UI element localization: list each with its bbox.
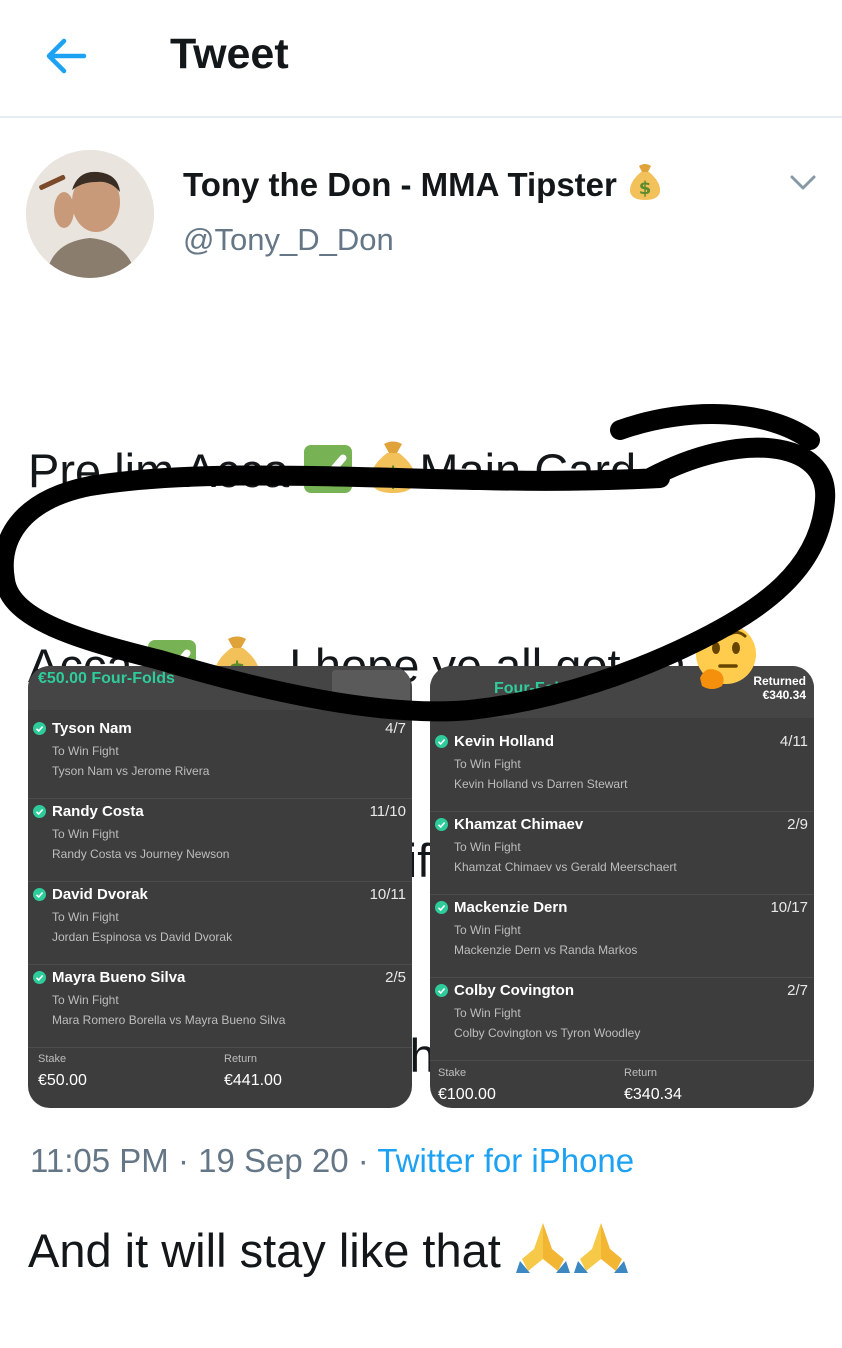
bet-market: To Win Fight (52, 910, 119, 924)
won-check-icon (435, 818, 448, 831)
tweet-source-link[interactable]: Twitter for iPhone (377, 1142, 634, 1179)
stake-value: €100.00 (438, 1086, 496, 1103)
stake-label: Stake (438, 1067, 467, 1079)
check-mark-icon (304, 445, 353, 493)
bet-selection: Randy Costa (52, 803, 144, 820)
bet-selection: Mackenzie Dern (454, 899, 568, 916)
bet-event: Mackenzie Dern vs Randa Markos (454, 943, 638, 957)
svg-text:$: $ (639, 178, 652, 199)
bet-market: To Win Fight (454, 840, 521, 854)
return-value: €340.34 (624, 1086, 682, 1103)
tweet-meta: 11:05 PM · 19 Sep 20 · Twitter for iPhon… (30, 1142, 635, 1179)
bet-selection: Colby Covington (454, 982, 574, 999)
bet-market: To Win Fight (52, 827, 119, 841)
won-check-icon (435, 735, 448, 748)
bet-odds: 2/7 (787, 982, 808, 999)
avatar-image (26, 150, 154, 278)
bet-odds: 4/7 (385, 720, 406, 737)
won-check-icon (33, 722, 46, 735)
bet-leg: Randy Costa 11/10 To Win Fight Randy Cos… (28, 799, 412, 882)
bet-event: Kevin Holland vs Darren Stewart (454, 777, 628, 791)
top-bar: Tweet (0, 0, 842, 118)
bet-event: Tyson Nam vs Jerome Rivera (52, 764, 210, 778)
bet-event: Jordan Espinosa vs David Dvorak (52, 930, 233, 944)
bet-odds: 2/9 (787, 816, 808, 833)
author-name-text: Tony the Don - MMA Tipster (183, 166, 617, 203)
bet-slip-header: €50.00 Four-Folds (28, 666, 412, 710)
tweet-line: Pre lim Acca $ Main Card (28, 438, 818, 503)
bet-selection: David Dvorak (52, 886, 148, 903)
won-check-icon (33, 805, 46, 818)
author-name[interactable]: Tony the Don - MMA Tipster $ (183, 162, 663, 204)
bet-slip-image[interactable]: €50.00 Four-Folds Tyson Nam 4/7 To Win F… (28, 666, 412, 1108)
won-check-icon (435, 901, 448, 914)
bet-event: Mara Romero Borella vs Mayra Bueno Silva (52, 1013, 286, 1027)
folded-hands-icon (515, 1223, 570, 1273)
bet-selection: Mayra Bueno Silva (52, 969, 186, 986)
bet-slip-title: €50.00 Four-Folds (38, 670, 175, 687)
stake-label: Stake (38, 1053, 67, 1065)
bet-event: Randy Costa vs Journey Newson (52, 847, 230, 861)
bet-slip-image[interactable]: Four-Folds Returned €340.34 Kevin Hollan… (430, 666, 814, 1108)
bet-leg: David Dvorak 10/11 To Win Fight Jordan E… (28, 882, 412, 965)
bet-leg: Khamzat Chimaev 2/9 To Win Fight Khamzat… (430, 812, 814, 895)
thinking-face-icon (696, 624, 756, 689)
bet-event: Khamzat Chimaev vs Gerald Meerschaert (454, 860, 677, 874)
bet-selection: Kevin Holland (454, 733, 555, 750)
won-check-icon (33, 888, 46, 901)
bet-odds: 4/11 (779, 733, 808, 750)
bet-market: To Win Fight (454, 1006, 521, 1020)
folded-hands-icon (573, 1223, 628, 1273)
bet-selection: Khamzat Chimaev (454, 816, 584, 833)
money-bag-icon: $ (629, 164, 660, 200)
tweet-date: 19 Sep 20 (198, 1142, 349, 1179)
bet-market: To Win Fight (454, 923, 521, 937)
stake-value: €50.00 (38, 1072, 87, 1089)
bet-odds: 2/5 (385, 969, 406, 986)
tweet-line: And it will stay like that (28, 1218, 818, 1283)
bet-market: To Win Fight (454, 757, 521, 771)
bet-selection: Tyson Nam (52, 720, 132, 737)
tweet-time: 11:05 PM (30, 1142, 169, 1179)
bet-leg: Mackenzie Dern 10/17 To Win Fight Macken… (430, 895, 814, 978)
page-title: Tweet (170, 30, 289, 78)
bet-odds: 10/17 (770, 899, 808, 916)
won-check-icon (435, 984, 448, 997)
back-arrow-icon[interactable] (44, 36, 88, 76)
bet-market: To Win Fight (52, 993, 119, 1007)
bet-event: Colby Covington vs Tyron Woodley (454, 1026, 641, 1040)
bet-slip-tag (332, 670, 410, 704)
bet-leg: Kevin Holland 4/11 To Win Fight Kevin Ho… (430, 729, 814, 812)
bet-leg: Mayra Bueno Silva 2/5 To Win Fight Mara … (28, 965, 412, 1048)
avatar[interactable] (26, 150, 154, 278)
money-bag-icon: $ (371, 441, 416, 493)
bet-leg: Tyson Nam 4/7 To Win Fight Tyson Nam vs … (28, 716, 412, 799)
bet-leg: Colby Covington 2/7 To Win Fight Colby C… (430, 978, 814, 1061)
bet-market: To Win Fight (52, 744, 119, 758)
svg-text:$: $ (384, 462, 402, 492)
author-handle[interactable]: @Tony_D_Don (183, 222, 394, 258)
bet-odds: 10/11 (369, 886, 406, 903)
bet-odds: 11/10 (369, 803, 406, 820)
bet-slip-title: Four-Folds (494, 680, 578, 697)
return-label: Return (224, 1053, 258, 1065)
won-check-icon (33, 971, 46, 984)
return-value: €441.00 (224, 1072, 282, 1089)
chevron-down-icon[interactable] (788, 170, 818, 194)
return-label: Return (624, 1067, 658, 1079)
